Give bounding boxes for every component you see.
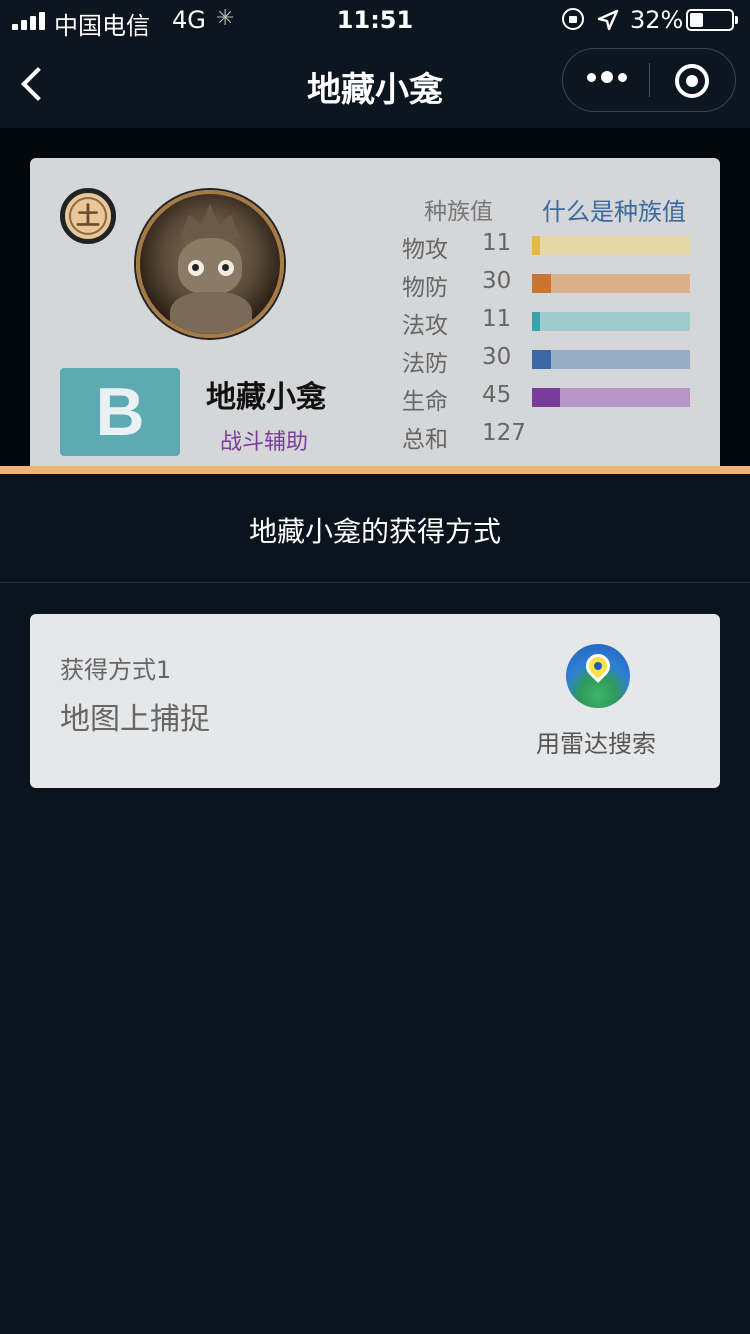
battery-icon bbox=[686, 9, 738, 31]
stats-help-link[interactable]: 什么是种族值 bbox=[542, 192, 686, 227]
capsule-divider bbox=[649, 63, 650, 97]
stat-label: 法攻 bbox=[402, 313, 448, 339]
stat-bar bbox=[532, 388, 690, 407]
close-mini-program-icon[interactable] bbox=[675, 64, 709, 98]
stat-row: 生命 45 bbox=[402, 382, 702, 415]
pet-avatar bbox=[136, 190, 284, 338]
pet-name: 地藏小龛 bbox=[206, 380, 326, 415]
sheet-divider bbox=[0, 582, 750, 583]
obtain-method-card: 获得方式1 地图上捕捉 用雷达搜索 bbox=[30, 614, 720, 788]
method-index-label: 获得方式1 bbox=[60, 656, 172, 684]
stat-value: 30 bbox=[482, 344, 512, 370]
sheet-title: 地藏小龛的获得方式 bbox=[248, 515, 501, 548]
battery-percent: 32% bbox=[630, 6, 684, 34]
stat-total-value: 127 bbox=[482, 420, 526, 446]
orientation-lock-icon bbox=[562, 8, 584, 30]
stat-value: 45 bbox=[482, 382, 512, 408]
stat-bar bbox=[532, 350, 690, 369]
status-bar: 中国电信 4G ✳ 11:51 32% bbox=[0, 0, 750, 40]
stat-bar-fill bbox=[532, 274, 551, 293]
mini-program-capsule bbox=[562, 48, 736, 112]
stat-bar-fill bbox=[532, 350, 551, 369]
pet-info-card: 土 B 地藏小龛 战斗辅助 种族值 什么是种族值 物攻 11 物防 30 法攻 … bbox=[30, 158, 720, 468]
stat-row: 物攻 11 bbox=[402, 230, 702, 263]
stat-value: 11 bbox=[482, 306, 512, 332]
stat-value: 30 bbox=[482, 268, 512, 294]
stat-label: 物攻 bbox=[402, 237, 448, 263]
navigation-bar: 地藏小龛 bbox=[0, 40, 750, 128]
stat-row: 法防 30 bbox=[402, 344, 702, 377]
stat-row: 物防 30 bbox=[402, 268, 702, 301]
battery-level-fill bbox=[690, 13, 703, 27]
stat-value: 11 bbox=[482, 230, 512, 256]
stat-bar-fill bbox=[532, 236, 540, 255]
obtain-methods-sheet: 地藏小龛的获得方式 获得方式1 地图上捕捉 用雷达搜索 bbox=[0, 474, 750, 1334]
radar-map-pin-icon[interactable] bbox=[566, 644, 630, 708]
stat-bar bbox=[532, 236, 690, 255]
pet-role: 战斗辅助 bbox=[220, 430, 309, 455]
stat-total-row: 总和 127 bbox=[402, 420, 702, 453]
method-description: 地图上捕捉 bbox=[60, 702, 210, 737]
stats-header: 种族值 bbox=[424, 199, 493, 225]
sheet-accent-line bbox=[0, 466, 750, 474]
stat-label: 法防 bbox=[402, 351, 448, 377]
element-badge-icon: 土 bbox=[60, 188, 116, 244]
stat-row: 法攻 11 bbox=[402, 306, 702, 339]
radar-search-button[interactable]: 用雷达搜索 bbox=[536, 724, 656, 759]
stat-bar-fill bbox=[532, 312, 540, 331]
rank-badge: B bbox=[60, 368, 180, 456]
stat-bar-fill bbox=[532, 388, 561, 407]
stat-label: 生命 bbox=[402, 389, 448, 415]
location-arrow-icon bbox=[597, 9, 619, 31]
stat-label: 物防 bbox=[402, 275, 448, 301]
more-dots-icon[interactable] bbox=[587, 71, 627, 83]
stat-bar bbox=[532, 312, 690, 331]
stat-total-label: 总和 bbox=[402, 427, 448, 453]
stat-bar bbox=[532, 274, 690, 293]
background-scene: 土 B 地藏小龛 战斗辅助 种族值 什么是种族值 物攻 11 物防 30 法攻 … bbox=[0, 128, 750, 468]
element-label: 土 bbox=[69, 197, 107, 235]
